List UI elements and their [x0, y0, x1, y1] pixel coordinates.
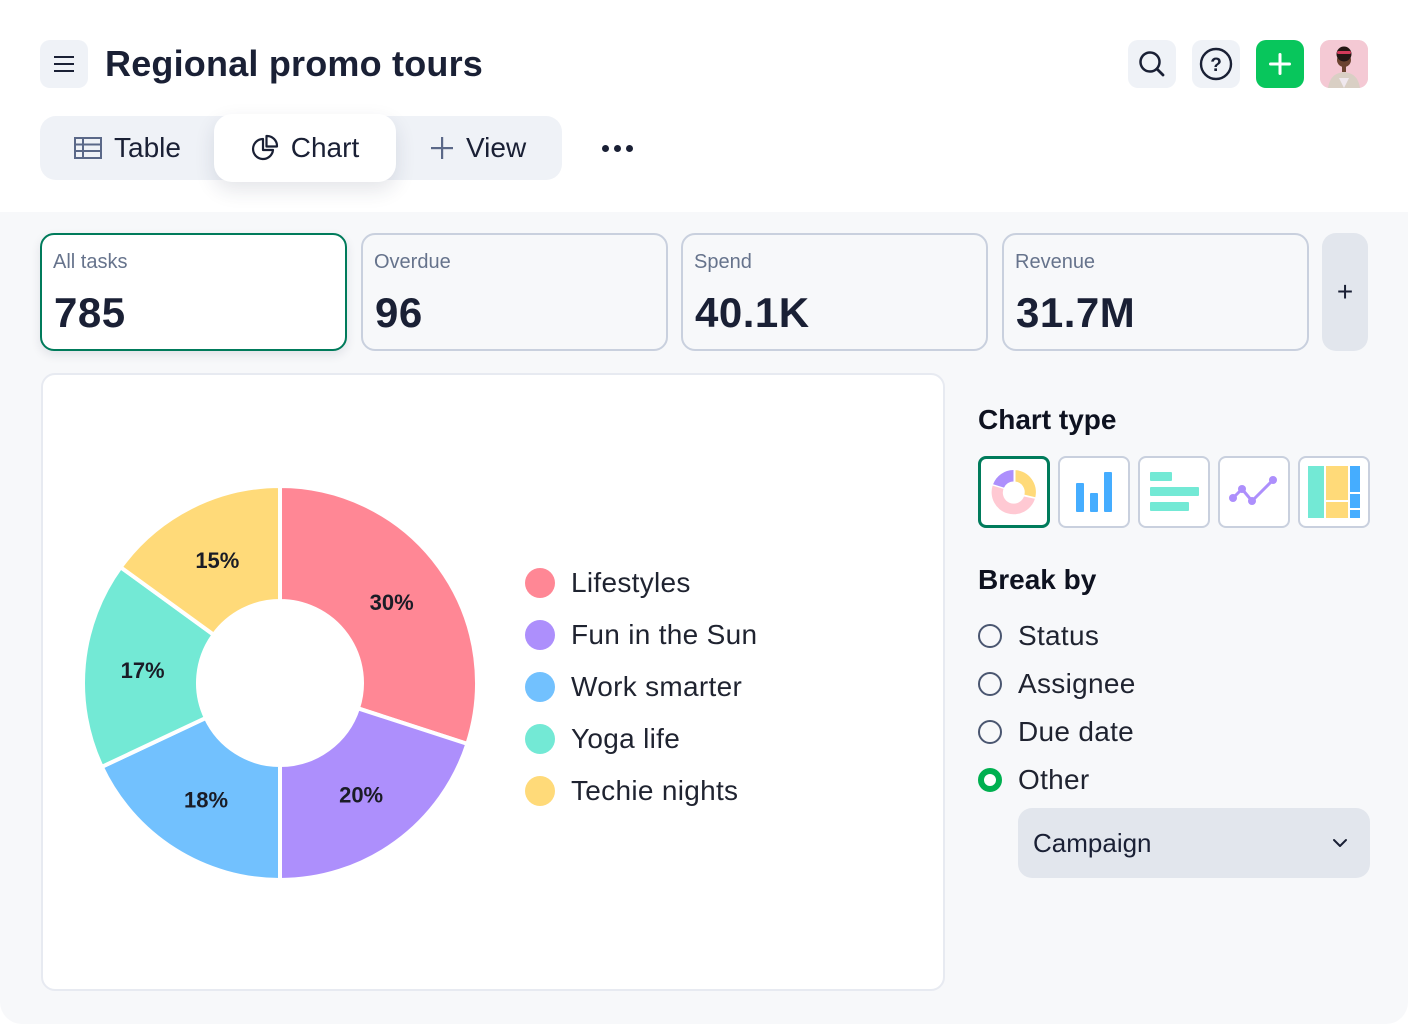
help-button[interactable]: ?: [1192, 40, 1240, 88]
stat-card-label: Spend: [694, 251, 752, 273]
radio-status[interactable]: Status: [978, 612, 1136, 660]
legend-item-lifestyles[interactable]: Lifestyles: [525, 557, 757, 609]
user-avatar[interactable]: [1320, 40, 1368, 88]
radio-assignee[interactable]: Assignee: [978, 660, 1136, 708]
legend-label: Work smarter: [571, 671, 743, 702]
legend-label: Yoga life: [571, 723, 681, 754]
donut-slice-lifestyles[interactable]: [278, 483, 479, 747]
header-area: [0, 0, 1408, 212]
hamburger-icon: [54, 56, 74, 72]
stat-card-value: 40.1K: [695, 289, 810, 336]
chart-panel: 30% 20% 18% 17% 15% Lifestyles Fun in the Sun…: [41, 373, 945, 991]
chart-type-picker: [978, 456, 1370, 528]
stat-card-label: Overdue: [374, 251, 451, 273]
avatar-image: [1320, 40, 1368, 88]
stat-card-revenue[interactable]: Revenue 31.7M: [1002, 233, 1309, 351]
radio-other[interactable]: Other: [978, 756, 1136, 804]
plus-icon: [1269, 53, 1291, 75]
stat-card-value: 785: [54, 289, 126, 336]
donut-data-label: 30%: [370, 590, 414, 615]
line-chart-icon: [1229, 476, 1277, 505]
help-icon: ?: [1199, 47, 1233, 81]
radio-label: Other: [1018, 764, 1090, 795]
donut-data-label: 17%: [121, 658, 165, 683]
table-icon: [74, 137, 102, 159]
stat-card-value: 96: [375, 289, 423, 336]
tab-view-label: View: [466, 132, 527, 163]
view-tabs: Table Chart View: [40, 114, 562, 182]
tab-chart-label: Chart: [290, 132, 360, 163]
stat-card-spend[interactable]: Spend 40.1K: [681, 233, 988, 351]
more-options-button[interactable]: [596, 132, 638, 164]
tab-table[interactable]: Table: [74, 116, 181, 180]
stat-card-value: 31.7M: [1016, 289, 1136, 336]
radio-label: Status: [1018, 620, 1100, 651]
chart-type-column[interactable]: [1058, 456, 1130, 528]
chart-settings: Chart type Break by Status Assignee Due …: [978, 400, 1370, 878]
legend-swatch: [525, 672, 555, 702]
legend-item-yoga-life[interactable]: Yoga life: [525, 713, 757, 765]
legend-swatch: [525, 776, 555, 806]
legend-label: Fun in the Sun: [571, 619, 758, 650]
legend-swatch: [525, 724, 555, 754]
legend-label: Techie nights: [571, 775, 739, 806]
chart-type-bar[interactable]: [1138, 456, 1210, 528]
break-by-heading: Break by: [978, 564, 1097, 595]
pie-chart-icon: [251, 134, 279, 162]
horizontal-bar-chart-icon: [1150, 472, 1199, 511]
more-horizontal-icon: [613, 144, 621, 152]
legend-item-techie-nights[interactable]: Techie nights: [525, 765, 757, 817]
more-horizontal-icon: [601, 144, 609, 152]
break-by-field-select[interactable]: Campaign: [1018, 808, 1370, 878]
tab-table-label: Table: [114, 132, 181, 163]
legend-label: Lifestyles: [571, 567, 691, 598]
chart-type-treemap[interactable]: [1298, 456, 1370, 528]
menu-button[interactable]: [40, 40, 88, 88]
add-button[interactable]: [1256, 40, 1304, 88]
stat-card-label: All tasks: [53, 251, 128, 273]
search-button[interactable]: [1128, 40, 1176, 88]
legend-swatch: [525, 568, 555, 598]
svg-text:?: ?: [1210, 55, 1222, 76]
tab-add-view[interactable]: View: [430, 116, 526, 180]
stat-card-label: Revenue: [1015, 251, 1096, 273]
radio-button[interactable]: [978, 768, 1002, 792]
radio-button[interactable]: [978, 624, 1002, 648]
plus-icon: +: [1336, 276, 1354, 307]
add-card-button[interactable]: +: [1322, 233, 1368, 351]
chart-legend: Lifestyles Fun in the Sun Work smarter Yoga…: [525, 557, 757, 817]
donut-chart-icon: [991, 470, 1036, 515]
page-title: Regional promo tours: [105, 43, 484, 84]
donut-chart: 30% 20% 18% 17% 15%: [81, 483, 479, 883]
donut-data-label: 20%: [339, 783, 383, 808]
chart-type-line[interactable]: [1218, 456, 1290, 528]
tab-chart[interactable]: Chart: [214, 114, 396, 182]
radio-button[interactable]: [978, 672, 1002, 696]
treemap-icon: [1308, 466, 1360, 518]
donut-data-label: 15%: [195, 548, 239, 573]
chart-type-donut[interactable]: [978, 456, 1050, 528]
search-icon: [1139, 51, 1165, 77]
break-by-options: Status Assignee Due date Other: [978, 612, 1136, 804]
radio-button[interactable]: [978, 720, 1002, 744]
select-value: Campaign: [1033, 827, 1152, 858]
chevron-down-icon: [1333, 839, 1347, 847]
more-horizontal-icon: [625, 144, 633, 152]
stat-card-all-tasks[interactable]: All tasks 785: [40, 233, 347, 351]
stat-card-overdue[interactable]: Overdue 96: [361, 233, 668, 351]
bar-chart-icon: [1076, 472, 1112, 512]
donut-data-label: 18%: [184, 788, 228, 813]
plus-icon: [430, 136, 454, 160]
legend-swatch: [525, 620, 555, 650]
legend-item-work-smarter[interactable]: Work smarter: [525, 661, 757, 713]
legend-item-fun-in-the-sun[interactable]: Fun in the Sun: [525, 609, 757, 661]
radio-label: Assignee: [1018, 668, 1136, 699]
radio-label: Due date: [1018, 716, 1135, 747]
chart-type-heading: Chart type: [978, 404, 1117, 435]
radio-due-date[interactable]: Due date: [978, 708, 1136, 756]
